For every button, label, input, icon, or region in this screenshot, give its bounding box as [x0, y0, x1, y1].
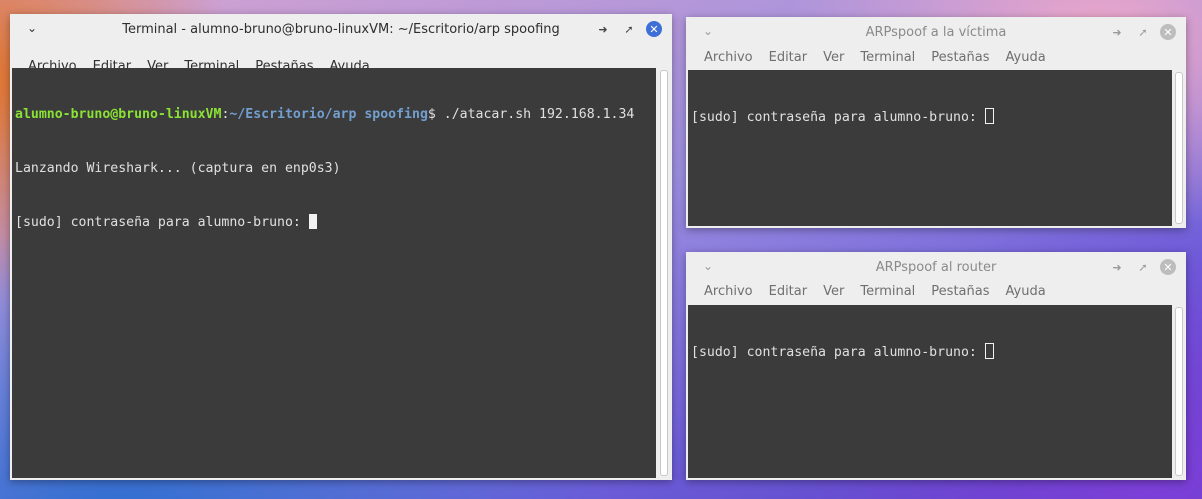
- scrollbar-thumb[interactable]: [1175, 307, 1183, 476]
- scrollbar[interactable]: [1172, 70, 1186, 226]
- terminal-area[interactable]: alumno-bruno@bruno-linuxVM:~/Escritorio/…: [12, 68, 656, 478]
- maximize-icon[interactable]: ➚: [1134, 23, 1152, 41]
- sudo-prompt-text: [sudo] contraseña para alumno-bruno:: [691, 110, 985, 125]
- arpspoof-router-window[interactable]: ⌄ ARPspoof al router ➜ ➚ ✕ Archivo Edita…: [686, 252, 1186, 480]
- main-terminal-window[interactable]: ⌄ Terminal - alumno-bruno@bruno-linuxVM:…: [10, 14, 672, 480]
- title-bar[interactable]: ⌄ ARPspoof al router ➜ ➚ ✕: [686, 252, 1186, 282]
- terminal-area[interactable]: [sudo] contraseña para alumno-bruno:: [688, 70, 1172, 226]
- prompt-dollar: $: [427, 107, 444, 122]
- window-title: ARPspoof a la víctima: [865, 24, 1007, 40]
- scrollbar[interactable]: [1172, 305, 1186, 478]
- close-icon[interactable]: ✕: [646, 21, 662, 37]
- menu-ver[interactable]: Ver: [815, 284, 852, 299]
- chevron-down-icon[interactable]: ⌄: [700, 23, 716, 39]
- menu-archivo[interactable]: Archivo: [696, 50, 761, 65]
- minimize-icon[interactable]: ➜: [594, 20, 612, 38]
- close-icon[interactable]: ✕: [1160, 259, 1176, 275]
- menu-editar[interactable]: Editar: [761, 284, 816, 299]
- menu-pestanas[interactable]: Pestañas: [923, 50, 997, 65]
- maximize-icon[interactable]: ➚: [1134, 258, 1152, 276]
- menu-archivo[interactable]: Archivo: [696, 284, 761, 299]
- prompt-path: ~/Escritorio/arp spoofing: [229, 107, 428, 122]
- menu-ayuda[interactable]: Ayuda: [998, 284, 1054, 299]
- menu-ayuda[interactable]: Ayuda: [998, 50, 1054, 65]
- output-line: Lanzando Wireshark... (captura en enp0s3…: [15, 161, 341, 176]
- text-cursor: [984, 343, 994, 359]
- menu-bar: Archivo Editar Ver Terminal Pestañas Ayu…: [686, 279, 1186, 303]
- menu-bar: Archivo Editar Ver Terminal Pestañas Ayu…: [686, 45, 1186, 69]
- minimize-icon[interactable]: ➜: [1108, 258, 1126, 276]
- sudo-prompt-line: [sudo] contraseña para alumno-bruno:: [15, 214, 653, 232]
- chevron-down-icon[interactable]: ⌄: [24, 20, 40, 36]
- prompt-line: alumno-bruno@bruno-linuxVM:~/Escritorio/…: [15, 106, 653, 124]
- terminal-area[interactable]: [sudo] contraseña para alumno-bruno:: [688, 305, 1172, 478]
- title-bar[interactable]: ⌄ ARPspoof a la víctima ➜ ➚ ✕: [686, 17, 1186, 47]
- menu-terminal[interactable]: Terminal: [852, 50, 923, 65]
- minimize-icon[interactable]: ➜: [1108, 23, 1126, 41]
- text-cursor: [984, 108, 994, 124]
- sudo-prompt-line: [sudo] contraseña para alumno-bruno:: [691, 108, 1169, 126]
- command-text: ./atacar.sh 192.168.1.34: [443, 107, 635, 122]
- sudo-prompt-text: [sudo] contraseña para alumno-bruno:: [691, 345, 985, 360]
- window-title: Terminal - alumno-bruno@bruno-linuxVM: ~…: [122, 21, 560, 37]
- menu-editar[interactable]: Editar: [761, 50, 816, 65]
- menu-pestanas[interactable]: Pestañas: [923, 284, 997, 299]
- close-icon[interactable]: ✕: [1160, 24, 1176, 40]
- scrollbar-thumb[interactable]: [660, 70, 668, 476]
- prompt-user: alumno-bruno@bruno-linuxVM: [15, 107, 222, 122]
- window-title: ARPspoof al router: [875, 259, 997, 275]
- sudo-prompt-text: [sudo] contraseña para alumno-bruno:: [15, 215, 309, 230]
- sudo-prompt-line: [sudo] contraseña para alumno-bruno:: [691, 343, 1169, 361]
- menu-terminal[interactable]: Terminal: [852, 284, 923, 299]
- maximize-icon[interactable]: ➚: [620, 20, 638, 38]
- text-cursor: [308, 214, 317, 229]
- arpspoof-victim-window[interactable]: ⌄ ARPspoof a la víctima ➜ ➚ ✕ Archivo Ed…: [686, 17, 1186, 228]
- scrollbar-thumb[interactable]: [1175, 72, 1183, 224]
- chevron-down-icon[interactable]: ⌄: [700, 258, 716, 274]
- scrollbar[interactable]: [656, 68, 672, 478]
- title-bar[interactable]: ⌄ Terminal - alumno-bruno@bruno-linuxVM:…: [10, 14, 672, 44]
- menu-ver[interactable]: Ver: [815, 50, 852, 65]
